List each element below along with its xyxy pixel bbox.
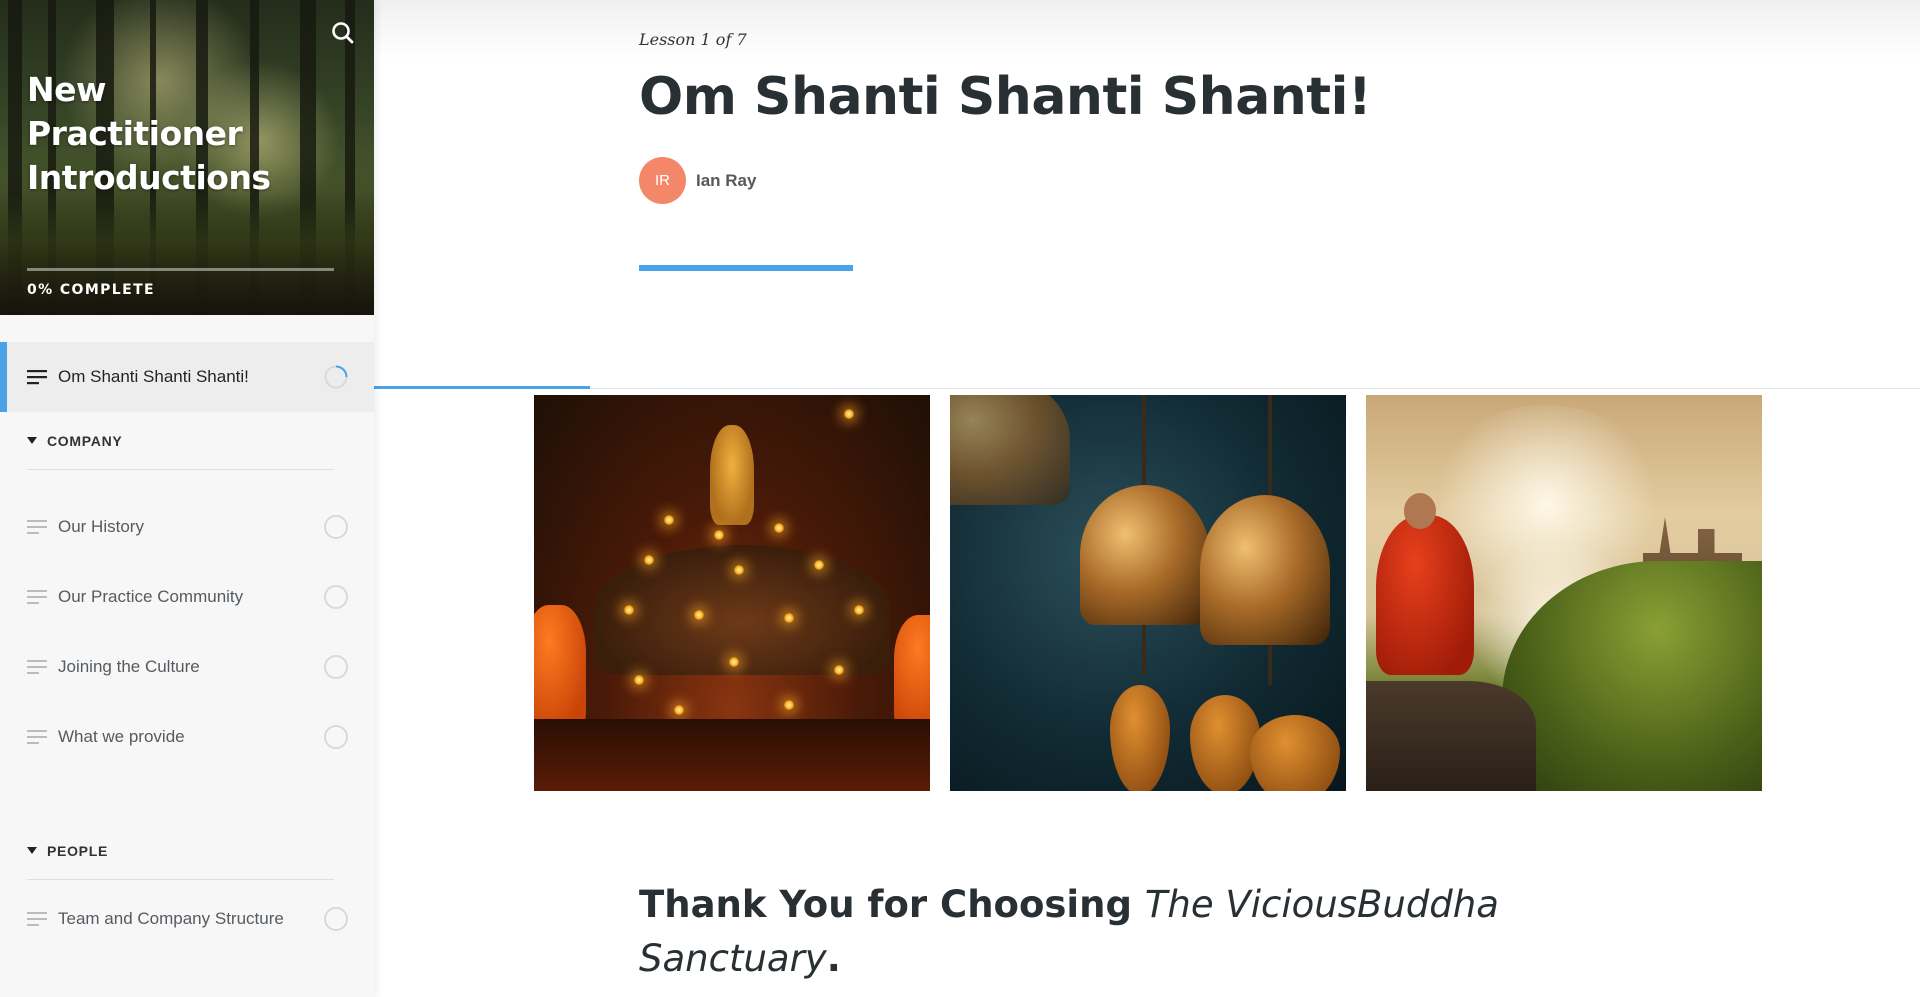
photo-candle — [854, 605, 864, 615]
photo-monk — [534, 605, 586, 725]
photo-candle — [714, 530, 724, 540]
temple-bells-photo[interactable] — [950, 395, 1346, 791]
lesson-label: Our History — [58, 517, 144, 536]
photo-monk — [894, 615, 930, 725]
lines-icon — [27, 520, 47, 534]
photo-chain — [1268, 645, 1272, 685]
photo-leaf — [1110, 685, 1170, 791]
photo-water — [534, 719, 930, 791]
photo-chain — [1142, 625, 1146, 675]
author[interactable]: IR Ian Ray — [639, 157, 756, 204]
course-hero: New Practitioner Introductions 0% COMPLE… — [0, 0, 374, 315]
photo-candle — [624, 605, 634, 615]
lines-icon — [27, 370, 47, 385]
lesson-counter: Lesson 1 of 7 — [639, 30, 747, 49]
lesson-item[interactable]: Joining the Culture — [0, 632, 374, 702]
heading-end: . — [826, 937, 841, 980]
photo-buddha — [710, 425, 754, 525]
in-progress-icon — [324, 365, 348, 389]
lesson-item[interactable]: Team and Company Structure — [0, 884, 374, 954]
course-sidebar: New Practitioner Introductions 0% COMPLE… — [0, 0, 374, 997]
photo-candle — [784, 613, 794, 623]
incomplete-circle-icon — [324, 655, 348, 679]
app-window: New Practitioner Introductions 0% COMPLE… — [0, 0, 1920, 997]
buddha-candles-photo[interactable] — [534, 395, 930, 791]
photo-monk — [1376, 515, 1474, 675]
incomplete-circle-icon — [324, 907, 348, 931]
lines-icon — [27, 730, 47, 744]
photo-candle — [644, 555, 654, 565]
photo-mound — [594, 545, 890, 675]
photo-rock — [1366, 681, 1536, 791]
section-toggle-people[interactable]: PEOPLE — [27, 822, 334, 880]
photo-bell — [1080, 485, 1210, 625]
section-label: COMPANY — [47, 432, 123, 449]
photo-candle — [674, 705, 684, 715]
course-progress-label: 0% COMPLETE — [27, 282, 156, 298]
lesson-item[interactable]: Our History — [0, 492, 374, 562]
lesson-label: Om Shanti Shanti Shanti! — [58, 367, 249, 386]
photo-chain — [1142, 395, 1146, 495]
lines-icon — [27, 660, 47, 674]
incomplete-circle-icon — [324, 585, 348, 609]
top-shadow — [374, 0, 1920, 60]
lesson-item-active[interactable]: Om Shanti Shanti Shanti! — [0, 342, 374, 412]
lines-icon — [27, 912, 47, 926]
reading-progress-bar — [374, 386, 590, 389]
section-toggle-company[interactable]: COMPANY — [27, 412, 334, 470]
avatar: IR — [639, 157, 686, 204]
title-underline — [639, 265, 853, 271]
photo-candle — [774, 523, 784, 533]
lesson-content: Lesson 1 of 7 Om Shanti Shanti Shanti! I… — [374, 0, 1920, 997]
caret-down-icon — [27, 846, 37, 854]
photo-candle — [784, 700, 794, 710]
header-divider — [374, 388, 1920, 389]
photo-candle — [729, 657, 739, 667]
photo-bell — [1200, 495, 1330, 645]
photo-bell — [950, 395, 1070, 505]
lesson-label: Joining the Culture — [58, 657, 200, 676]
photo-monk-head — [1404, 493, 1436, 529]
photo-candle — [664, 515, 674, 525]
photo-chain — [1268, 395, 1272, 505]
incomplete-circle-icon — [324, 515, 348, 539]
section-label: PEOPLE — [47, 842, 108, 859]
photo-leaf — [1190, 695, 1260, 791]
lesson-label: Team and Company Structure — [58, 909, 284, 928]
lesson-label: Our Practice Community — [58, 587, 244, 606]
course-title: New Practitioner Introductions — [27, 70, 271, 197]
content-heading: Thank You for Choosing The ViciousBuddha… — [639, 878, 1539, 986]
course-progress-bar — [27, 268, 334, 271]
photo-lantern — [844, 409, 854, 419]
lesson-item[interactable]: Our Practice Community — [0, 562, 374, 632]
photo-candle — [694, 610, 704, 620]
photo-candle — [734, 565, 744, 575]
heading-bold: Thank You for Choosing — [639, 883, 1132, 926]
lesson-list: Om Shanti Shanti Shanti! COMPANY Our His… — [0, 342, 374, 954]
incomplete-circle-icon — [324, 725, 348, 749]
image-gallery — [534, 395, 1762, 791]
photo-candle — [634, 675, 644, 685]
photo-leaf — [1250, 715, 1340, 791]
lesson-item[interactable]: What we provide — [0, 702, 374, 772]
lines-icon — [27, 590, 47, 604]
lesson-title: Om Shanti Shanti Shanti! — [639, 67, 1372, 127]
author-name: Ian Ray — [696, 170, 757, 190]
monk-cliff-photo[interactable] — [1366, 395, 1762, 791]
photo-candle — [814, 560, 824, 570]
photo-candle — [834, 665, 844, 675]
caret-down-icon — [27, 436, 37, 444]
search-icon[interactable] — [328, 18, 358, 48]
lesson-label: What we provide — [58, 727, 185, 746]
